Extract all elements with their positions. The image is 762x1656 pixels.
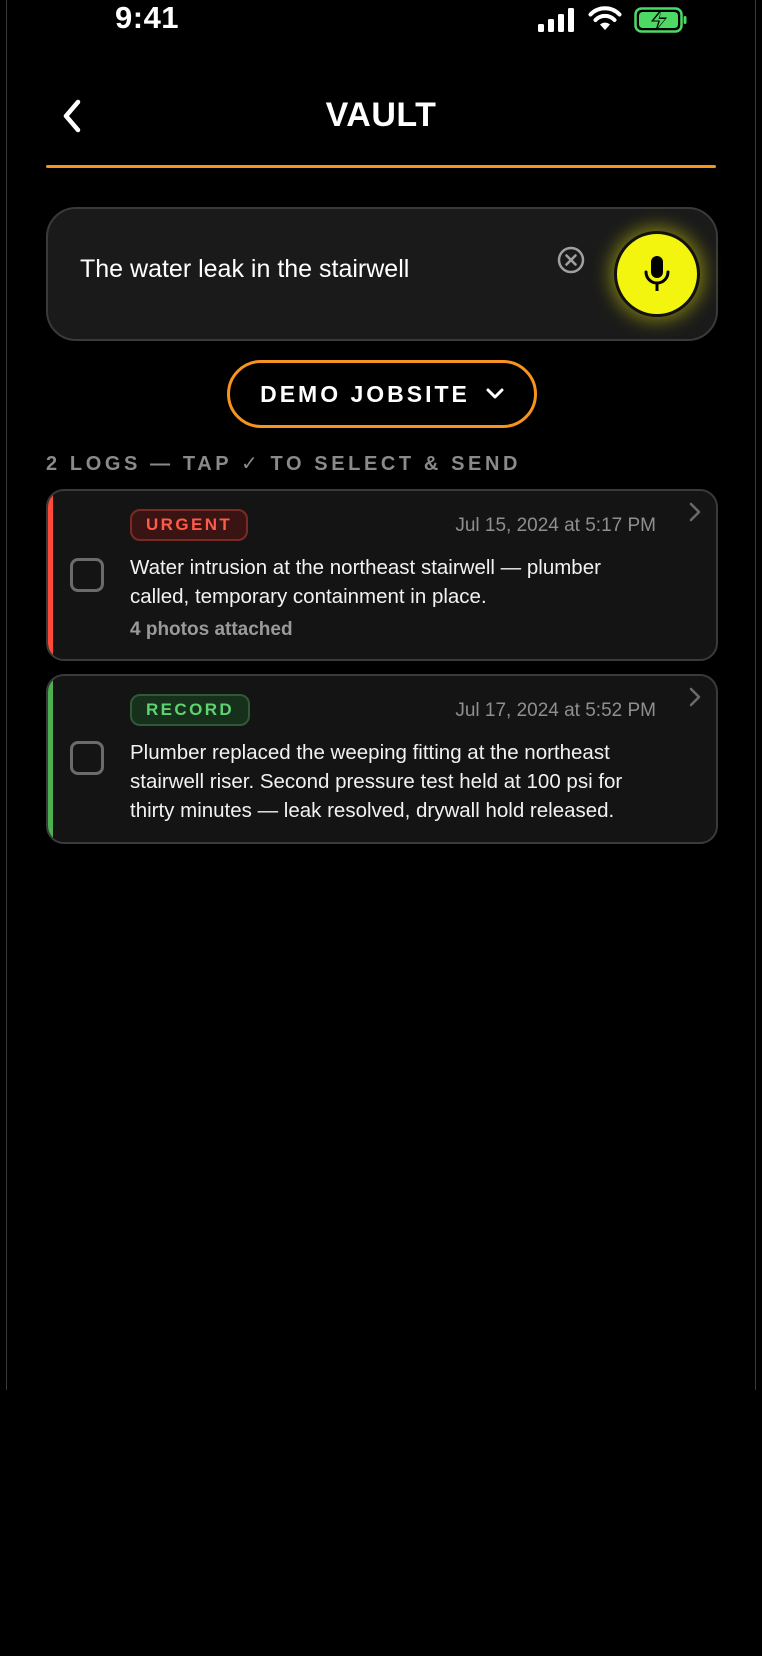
- search-bar[interactable]: The water leak in the stairwell: [46, 207, 718, 341]
- wifi-icon: [588, 6, 622, 30]
- device-edge-right: [755, 0, 756, 1390]
- status-badge: URGENT: [130, 509, 249, 541]
- battery-charging-icon: [634, 7, 687, 33]
- logs-hint: 2 LOGS — TAP ✓ TO SELECT & SEND: [46, 453, 522, 475]
- chevron-right-icon: [689, 687, 701, 707]
- search-input[interactable]: The water leak in the stairwell: [80, 255, 409, 284]
- app-screen: 9:41 VAULT The water leak in the stairwe…: [0, 0, 762, 1390]
- status-bar: 9:41: [0, 0, 762, 44]
- microphone-icon: [644, 256, 670, 291]
- log-text: Plumber replaced the weeping fitting at …: [130, 741, 623, 822]
- record-stripe: [48, 676, 53, 842]
- select-checkbox[interactable]: [70, 558, 104, 592]
- urgency-stripe: [48, 491, 53, 659]
- device-edge-left: [6, 0, 7, 1390]
- status-time: 9:41: [115, 0, 180, 35]
- jobsite-selector[interactable]: DEMO JOBSITE: [227, 360, 537, 428]
- chevron-right-icon: [689, 502, 701, 522]
- page-title: VAULT: [325, 96, 437, 134]
- header-divider: [46, 165, 716, 168]
- select-checkbox[interactable]: [70, 741, 104, 775]
- log-timestamp: Jul 15, 2024 at 5:17 PM: [455, 515, 656, 536]
- jobsite-label: DEMO JOBSITE: [260, 380, 470, 407]
- cellular-signal-icon: [538, 8, 574, 32]
- clear-search-icon[interactable]: [556, 245, 586, 275]
- voice-record-button[interactable]: [614, 231, 700, 317]
- log-timestamp: Jul 17, 2024 at 5:52 PM: [455, 700, 656, 721]
- photo-count: 4 photos attached: [130, 619, 293, 640]
- log-text: Water intrusion at the northeast stairwe…: [130, 556, 601, 608]
- log-card[interactable]: RECORD Jul 17, 2024 at 5:52 PM Plumber r…: [46, 674, 718, 844]
- log-card[interactable]: URGENT Jul 15, 2024 at 5:17 PM Water int…: [46, 489, 718, 661]
- chevron-down-icon: [486, 388, 504, 399]
- status-badge: RECORD: [130, 694, 251, 726]
